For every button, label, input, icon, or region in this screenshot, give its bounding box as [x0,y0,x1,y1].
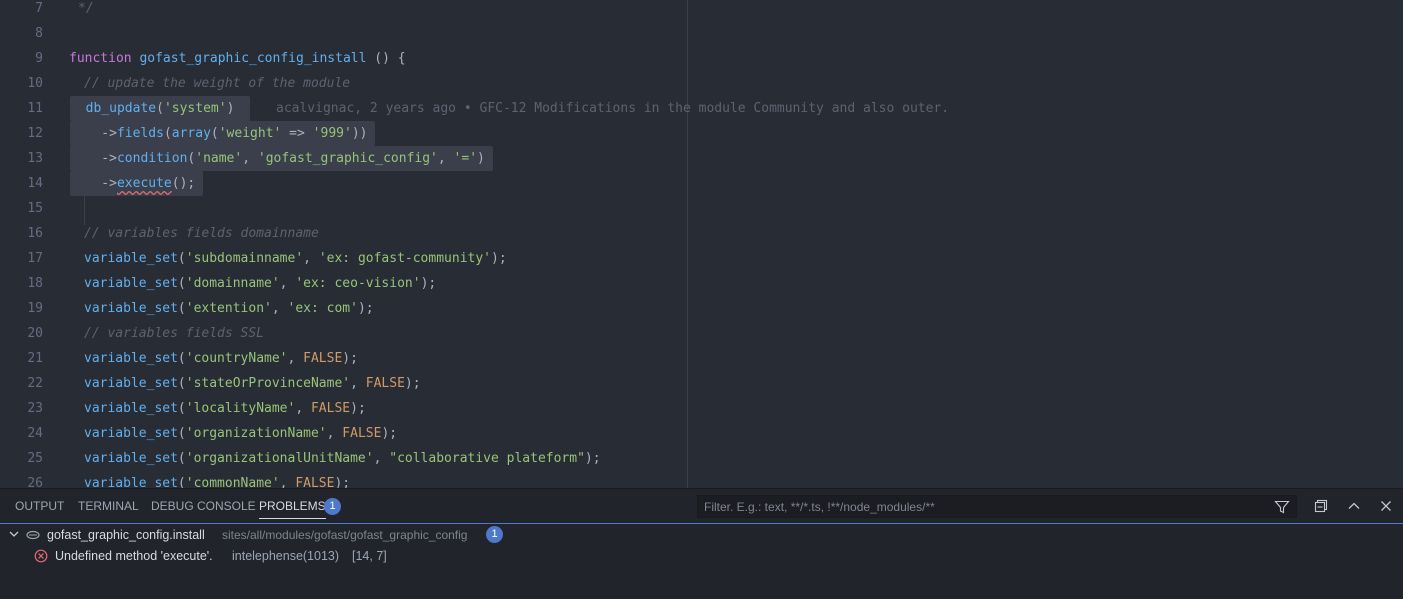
code-text: variable_set('countryName', FALSE); [84,351,358,366]
line-number: 17 [27,251,43,266]
problem-file-path: sites/all/modules/gofast/gofast_graphic_… [222,528,468,542]
line-number: 23 [27,401,43,416]
problems-count-badge: 1 [324,498,341,515]
problem-position: [14, 7] [352,549,387,563]
code-line[interactable]: 9 function gofast_graphic_config_install… [0,46,1403,71]
code-text: function gofast_graphic_config_install (… [69,51,406,66]
vscode-window: 7 */ 8 9 function gofast_graphic_config_… [0,0,1403,599]
code-text: variable_set('organizationName', FALSE); [84,426,398,441]
code-line[interactable]: 26 variable_set('commonName', FALSE); [0,471,1403,488]
code-text: db_update('system') [70,96,251,121]
problem-file-row[interactable]: gofast_graphic_config.install sites/all/… [0,524,1403,546]
line-number: 16 [27,226,43,241]
problem-file-name: gofast_graphic_config.install [47,528,205,542]
line-number: 20 [27,326,43,341]
code-line[interactable]: 16 // variables fields domainname [0,221,1403,246]
code-text: ->execute(); [70,171,204,196]
code-line[interactable]: 22 variable_set('stateOrProvinceName', F… [0,371,1403,396]
code-line[interactable]: 7 */ [0,0,1403,21]
tab-terminal[interactable]: TERMINAL [78,489,139,523]
code-text: variable_set('stateOrProvinceName', FALS… [84,376,421,391]
code-line[interactable]: 15 [0,196,1403,221]
code-line[interactable]: 21 variable_set('countryName', FALSE); [0,346,1403,371]
tab-problems-label: PROBLEMS [259,499,326,513]
problem-message: Undefined method 'execute'. [55,549,213,563]
code-line[interactable]: 23 variable_set('localityName', FALSE); [0,396,1403,421]
filter-input[interactable] [698,496,1280,517]
tab-output[interactable]: OUTPUT [15,489,64,523]
line-number: 10 [27,76,43,91]
code-line[interactable]: 10 // update the weight of the module [0,71,1403,96]
code-text: variable_set('domainname', 'ex: ceo-visi… [84,276,437,291]
code-text: ->condition('name', 'gofast_graphic_conf… [70,146,493,171]
code-line[interactable]: 19 variable_set('extention', 'ex: com'); [0,296,1403,321]
code-text: variable_set('extention', 'ex: com'); [84,301,374,316]
code-line[interactable]: 11 db_update('system') acalvignac, 2 yea… [0,96,1403,121]
collapse-all-icon[interactable] [1313,498,1329,514]
problem-source: intelephense(1013) [232,549,340,563]
line-number: 8 [35,26,43,41]
line-number: 22 [27,376,43,391]
line-number: 9 [35,51,43,66]
line-number: 18 [27,276,43,291]
line-number: 13 [27,151,43,166]
bottom-panel: OUTPUT TERMINAL DEBUG CONSOLE PROBLEMS 1 [0,488,1403,599]
code-line[interactable]: 24 variable_set('organizationName', FALS… [0,421,1403,446]
code-line[interactable]: 13 ->condition('name', 'gofast_graphic_c… [0,146,1403,171]
code-text: */ [78,1,94,16]
line-number: 7 [35,1,43,16]
code-text: ->fields(array('weight' => '999')) [70,121,376,146]
tab-problems[interactable]: PROBLEMS [259,489,326,523]
code-line[interactable]: 20 // variables fields SSL [0,321,1403,346]
line-number: 12 [27,126,43,141]
code-line[interactable]: 14 ->execute(); [0,171,1403,196]
code-text: // variables fields SSL [84,326,265,341]
line-number: 19 [27,301,43,316]
code-line[interactable]: 8 [0,21,1403,46]
filter-icon[interactable] [1274,499,1290,515]
line-number: 14 [27,176,43,191]
code-text: variable_set('localityName', FALSE); [84,401,366,416]
chevron-up-icon[interactable] [1346,498,1362,514]
line-number: 21 [27,351,43,366]
error-icon [34,549,48,563]
code-line[interactable]: 17 variable_set('subdomainname', 'ex: go… [0,246,1403,271]
code-text: // variables fields domainname [84,226,319,241]
line-number: 15 [27,201,43,216]
php-file-icon [26,530,40,540]
code-editor[interactable]: 7 */ 8 9 function gofast_graphic_config_… [0,0,1403,488]
line-number: 24 [27,426,43,441]
code-text: // update the weight of the module [84,76,351,91]
line-number: 26 [27,476,43,488]
code-line[interactable]: 25 variable_set('organizationalUnitName'… [0,446,1403,471]
line-number: 11 [27,101,43,116]
panel-tabs: OUTPUT TERMINAL DEBUG CONSOLE PROBLEMS 1 [0,489,680,523]
line-number: 25 [27,451,43,466]
code-text: variable_set('organizationalUnitName', "… [84,451,601,466]
code-line[interactable]: 12 ->fields(array('weight' => '999')) [0,121,1403,146]
problem-row[interactable]: Undefined method 'execute'. intelephense… [0,545,1403,567]
tab-debug-console[interactable]: DEBUG CONSOLE [151,489,256,523]
error-squiggle: execute [116,176,172,191]
problems-filter [697,495,1297,518]
code-text: variable_set('commonName', FALSE); [84,476,351,488]
code-text: variable_set('subdomainname', 'ex: gofas… [84,251,507,266]
file-problem-count-badge: 1 [486,526,503,543]
git-blame-annotation: acalvignac, 2 years ago • GFC-12 Modific… [276,101,950,116]
close-icon[interactable] [1378,498,1394,514]
code-line[interactable]: 18 variable_set('domainname', 'ex: ceo-v… [0,271,1403,296]
chevron-down-icon[interactable] [8,528,20,540]
